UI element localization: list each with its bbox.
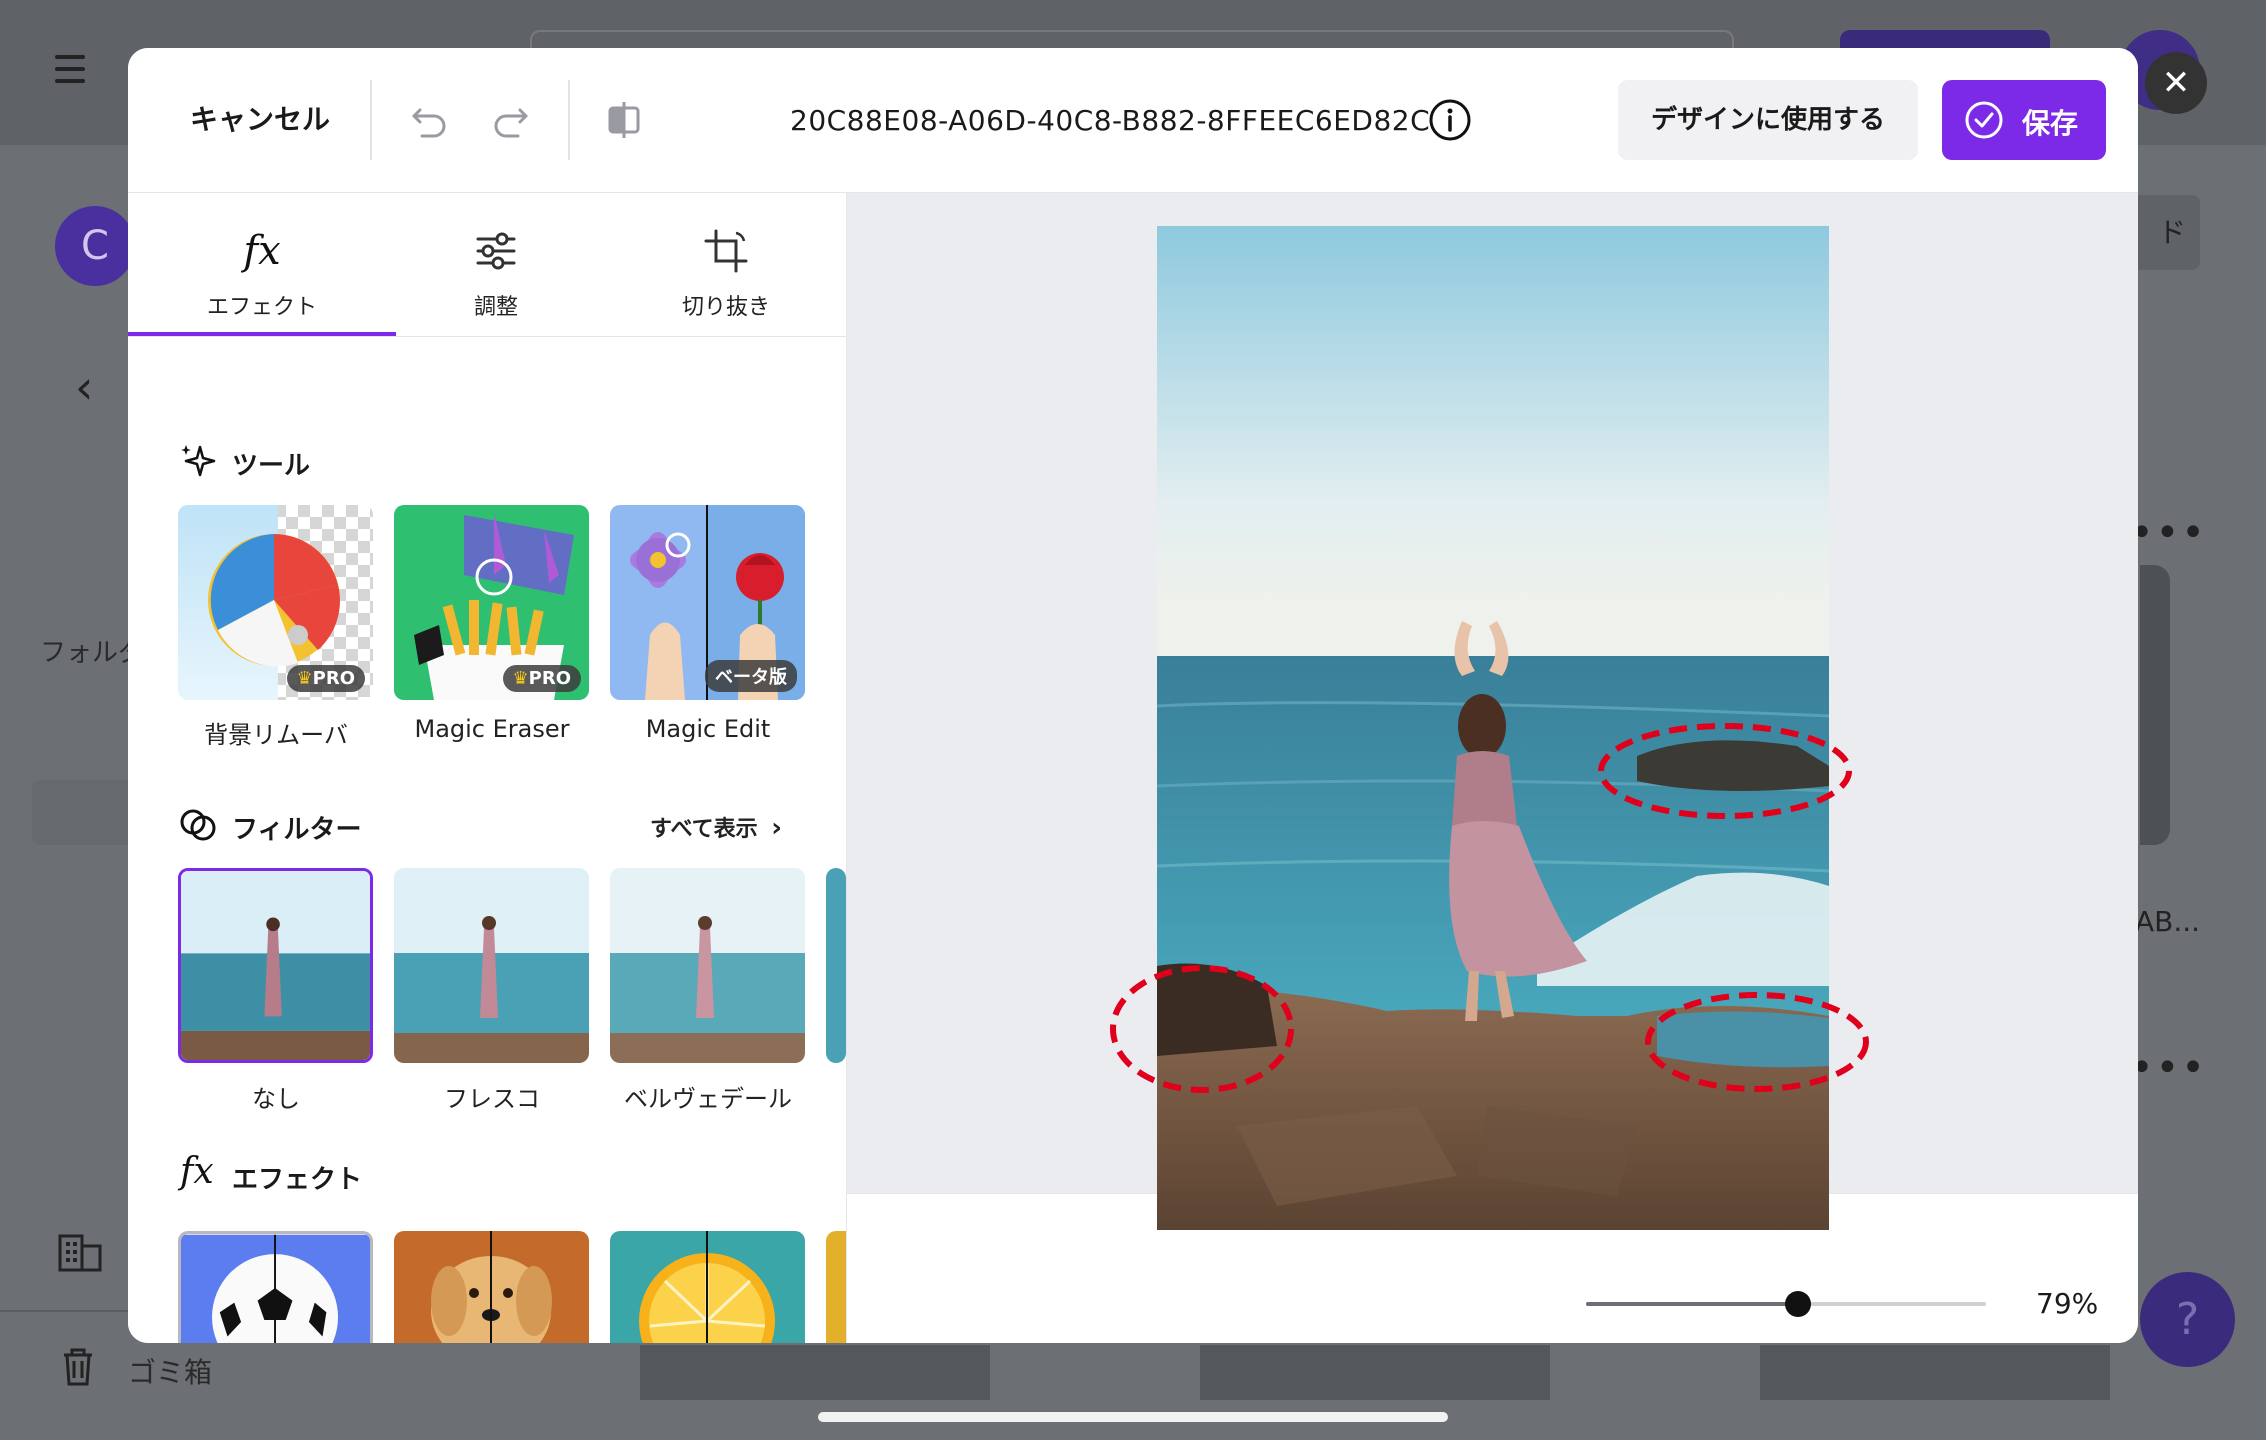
filter-preview-thumbnail — [394, 868, 589, 1063]
annotation-overlay — [1110, 723, 1869, 1093]
tool-magic-edit[interactable]: ベータ版 — [610, 505, 805, 700]
cancel-button[interactable]: キャンセル — [190, 98, 330, 138]
effect-tile[interactable] — [178, 1231, 373, 1343]
effect-tile[interactable] — [394, 1231, 589, 1343]
effects-panel: fx エフェクト 調整 切り抜き ツール ♛PRO 背景リムーバ ♛PRO Ma… — [128, 193, 847, 1343]
tab-adjust-label: 調整 — [473, 295, 518, 320]
sparkle-icon — [181, 445, 216, 477]
header-divider — [568, 80, 570, 160]
orange-slice-thumbnail — [610, 1231, 805, 1343]
background-divider — [0, 1310, 130, 1312]
tool-label: Magic Eraser — [414, 715, 570, 743]
fx-icon: fx — [243, 228, 281, 274]
zoom-slider-handle[interactable] — [1785, 1291, 1811, 1317]
background-thumbnail — [1760, 1345, 2110, 1400]
use-in-design-button[interactable]: デザインに使用する — [1618, 80, 1918, 160]
building-icon — [58, 1234, 102, 1272]
see-all-filters-link[interactable]: すべて表示 › — [650, 811, 782, 843]
compare-icon[interactable] — [600, 96, 648, 144]
save-button[interactable]: 保存 — [1942, 80, 2106, 160]
editor-header: キャンセル 20C88E08-A06D-40C8-B882-8FFEEC6ED8… — [128, 48, 2138, 193]
dog-thumbnail — [394, 1231, 589, 1343]
tab-adjust[interactable]: 調整 — [396, 193, 596, 338]
filters-section-title: フィルター — [232, 815, 362, 845]
background-avatar: C — [55, 206, 135, 286]
undo-icon[interactable] — [406, 96, 454, 144]
tab-crop[interactable]: 切り抜き — [626, 193, 826, 338]
tool-label: 背景リムーバ — [204, 721, 348, 749]
background-card-title: AB... — [2135, 905, 2201, 938]
filter-preview-thumbnail — [610, 868, 805, 1063]
chevron-right-icon: › — [771, 813, 782, 843]
header-divider — [370, 80, 372, 160]
background-trash-label: ゴミ箱 — [128, 1356, 213, 1389]
beta-badge: ベータ版 — [705, 660, 797, 692]
tabs-divider — [128, 336, 846, 337]
save-label: 保存 — [2022, 107, 2079, 140]
background-thumbnail — [1200, 1345, 1550, 1400]
filter-belvedere[interactable] — [610, 868, 805, 1063]
filter-label: ベルヴェデール — [624, 1085, 792, 1113]
photo-editor-modal: キャンセル 20C88E08-A06D-40C8-B882-8FFEEC6ED8… — [128, 48, 2138, 1343]
filter-icon — [180, 809, 216, 841]
pro-badge: ♛PRO — [502, 665, 581, 692]
pro-badge: ♛PRO — [286, 665, 365, 692]
close-button[interactable]: ✕ — [2145, 52, 2207, 114]
zoom-percentage[interactable]: 79% — [2036, 1287, 2098, 1320]
more-dots-icon: ••• — [2130, 1045, 2207, 1091]
redo-icon[interactable] — [486, 96, 534, 144]
background-panel-item — [32, 780, 132, 845]
check-circle-icon — [1965, 101, 2003, 139]
trash-icon — [64, 1348, 92, 1386]
hamburger-menu-icon — [55, 55, 85, 91]
filter-preview-thumbnail — [181, 871, 370, 1060]
back-chevron-icon: ‹ — [75, 360, 94, 414]
tool-label: Magic Edit — [645, 715, 771, 743]
effect-tile[interactable] — [610, 1231, 805, 1343]
effect-tile-partial[interactable] — [826, 1231, 846, 1343]
soccer-ball-thumbnail — [181, 1234, 370, 1343]
filter-fresco[interactable] — [394, 868, 589, 1063]
sliders-icon — [476, 232, 516, 270]
filter-partial[interactable] — [826, 868, 846, 1063]
home-indicator — [818, 1412, 1448, 1422]
tools-section-title: ツール — [232, 451, 311, 481]
tool-background-remover[interactable]: ♛PRO — [178, 505, 373, 700]
file-name-title: 20C88E08-A06D-40C8-B882-8FFEEC6ED82C — [790, 104, 1431, 137]
filter-label: フレスコ — [444, 1085, 540, 1113]
filter-none[interactable] — [178, 868, 373, 1063]
zoom-slider-fill — [1586, 1302, 1798, 1306]
info-icon[interactable] — [1428, 98, 1472, 142]
fx-icon: fx — [180, 1151, 214, 1192]
help-button: ? — [2140, 1272, 2235, 1367]
tab-crop-label: 切り抜き — [681, 295, 770, 320]
background-card — [2140, 565, 2170, 845]
effects-section-title: エフェクト — [232, 1165, 363, 1195]
background-thumbnail — [640, 1345, 990, 1400]
filter-label: なし — [252, 1085, 300, 1113]
tool-magic-eraser[interactable]: ♛PRO — [394, 505, 589, 700]
tab-effects-label: エフェクト — [206, 295, 317, 320]
more-dots-icon: ••• — [2130, 510, 2207, 556]
tab-effects[interactable]: fx エフェクト — [128, 193, 396, 338]
crop-icon — [704, 229, 748, 273]
